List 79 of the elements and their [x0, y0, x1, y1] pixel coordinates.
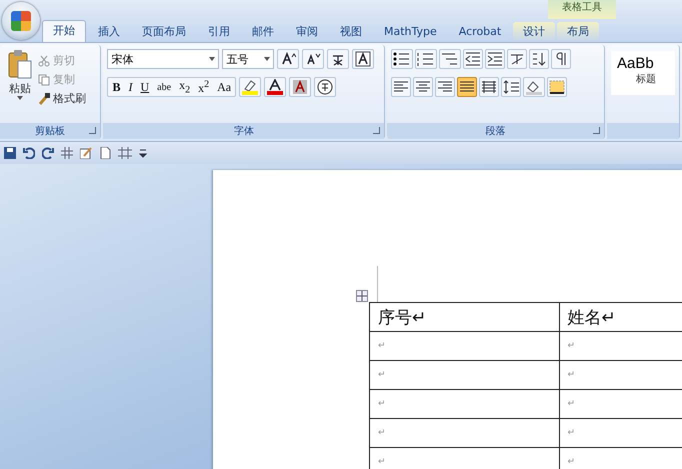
border-icon[interactable] [547, 77, 568, 97]
decrease-indent-icon[interactable] [463, 49, 484, 69]
brush-icon [38, 92, 50, 104]
undo-icon[interactable] [23, 147, 35, 159]
contextual-tab-group-title: 表格工具 [548, 0, 616, 19]
pencil-icon[interactable] [80, 147, 92, 159]
line-spacing-icon[interactable] [501, 77, 522, 97]
table-cell: ↵ [370, 332, 559, 360]
customize-menu-icon[interactable] [139, 147, 147, 159]
scissors-icon [38, 54, 50, 66]
save-icon[interactable] [4, 147, 16, 159]
table-cell: ↵ [370, 448, 559, 469]
paragraph-mark-icon[interactable] [551, 49, 572, 69]
table-cell: ↵ [370, 360, 559, 390]
format-button[interactable]: B [108, 78, 124, 96]
table-cell: 序号↵ [370, 302, 559, 332]
increase-indent-icon[interactable] [485, 49, 506, 69]
character-border-icon[interactable] [352, 49, 374, 69]
ribbon-tab[interactable]: Acrobat [448, 22, 512, 42]
style-gallery-item[interactable]: AaBb 标题 [611, 51, 675, 95]
format-button[interactable]: x$^{2}$ [194, 78, 214, 96]
clipboard-icon [7, 49, 33, 81]
grow-font-icon[interactable] [277, 49, 300, 69]
shrink-font-icon[interactable] [302, 49, 324, 69]
format-painter-button[interactable]: 格式刷 [38, 91, 86, 106]
ribbon-tab[interactable]: 设计 [513, 22, 556, 42]
logo-icon [11, 11, 31, 31]
align-center-icon[interactable] [413, 77, 434, 97]
ribbon-tab[interactable]: 页面布局 [132, 22, 196, 42]
font-size-field[interactable]: 五号 [222, 49, 274, 69]
numbered-list-icon[interactable] [415, 49, 438, 69]
document-icon[interactable] [99, 147, 111, 159]
shading-icon[interactable] [523, 77, 546, 97]
ribbon-tab[interactable]: 开始 [42, 20, 86, 42]
justify-icon[interactable] [457, 77, 478, 97]
enclose-character-icon[interactable] [314, 77, 336, 97]
table-icon[interactable] [61, 147, 73, 159]
dialog-launcher-icon[interactable] [89, 127, 96, 134]
ribbon-tab[interactable]: 邮件 [242, 22, 284, 42]
ribbon-tab[interactable]: 引用 [198, 22, 240, 42]
format-button[interactable]: abe [153, 78, 176, 96]
group-label: 段落 [486, 124, 506, 138]
group-label: 剪贴板 [35, 124, 66, 138]
distribute-icon[interactable] [479, 77, 500, 97]
ribbon-tab[interactable]: 审阅 [286, 22, 328, 42]
text-direction-icon[interactable] [507, 49, 528, 69]
bullet-list-icon[interactable] [391, 49, 414, 69]
format-button[interactable]: Aa [213, 78, 236, 96]
ribbon-tab[interactable]: 插入 [88, 22, 130, 42]
caret-icon [17, 96, 23, 100]
highlighter-icon[interactable] [239, 77, 262, 97]
font-name-field[interactable]: 宋体 [107, 49, 220, 69]
format-button[interactable]: I [124, 78, 136, 96]
align-right-icon[interactable] [435, 77, 456, 97]
caret-icon [264, 57, 270, 61]
ribbon-tab[interactable]: 视图 [330, 22, 372, 42]
phonetic-guide-icon[interactable] [327, 49, 350, 69]
copy-icon [38, 74, 50, 86]
group-label-bar [607, 123, 679, 139]
align-left-icon[interactable] [391, 77, 412, 97]
paste-button[interactable]: 粘贴 [2, 49, 38, 100]
redo-icon[interactable] [42, 147, 54, 159]
dialog-launcher-icon[interactable] [593, 127, 600, 134]
table-move-handle-icon[interactable] [356, 290, 368, 302]
format-button[interactable]: x$_{2}$ [175, 78, 194, 96]
group-label: 字体 [234, 124, 254, 138]
multilevel-list-icon[interactable] [439, 49, 462, 69]
table-cell: ↵ [370, 390, 559, 418]
font-color-icon[interactable] [264, 77, 286, 97]
character-shading-icon[interactable] [289, 77, 312, 97]
table-insert-icon[interactable] [118, 147, 132, 159]
format-button[interactable]: U [136, 78, 154, 96]
caret-icon [209, 57, 216, 61]
table-cell: ↵ [370, 418, 559, 448]
ribbon-tab[interactable]: MathType [374, 22, 447, 42]
table-cell: 姓名↵ [559, 302, 682, 332]
ribbon-tab[interactable]: 布局 [557, 22, 600, 42]
dialog-launcher-icon[interactable] [373, 127, 380, 134]
sort-icon[interactable] [529, 49, 550, 69]
